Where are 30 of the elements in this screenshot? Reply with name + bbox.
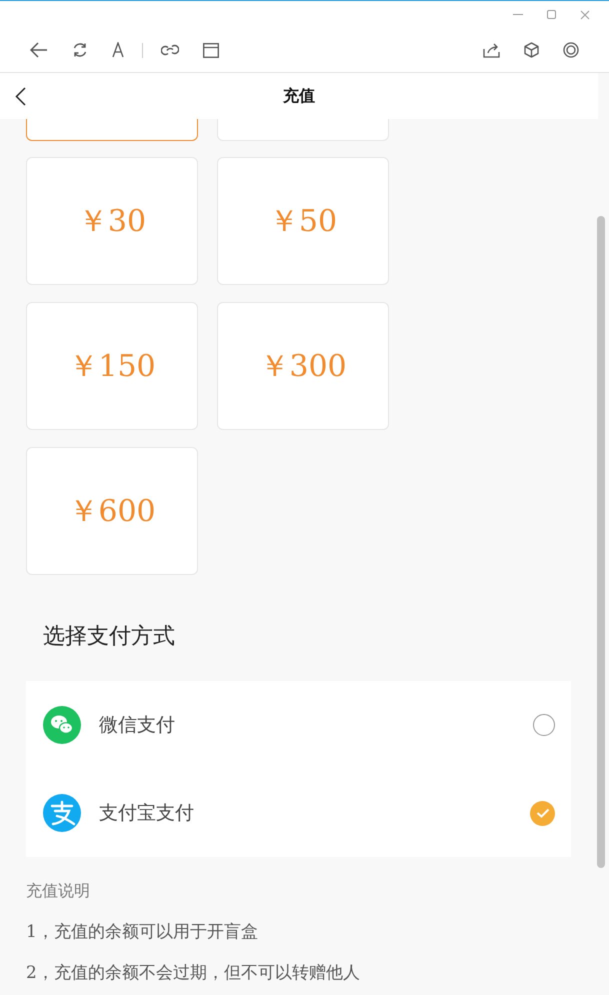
radio-button[interactable] (533, 714, 555, 736)
amount-tile[interactable]: ￥300 (217, 302, 389, 430)
notes-title: 充值说明 (26, 881, 91, 902)
payment-label: 微信支付 (99, 713, 175, 738)
section-title: 选择支付方式 (43, 623, 176, 651)
cube-icon[interactable] (524, 42, 539, 58)
note-text: 2，充值的余额不会过期，但不可以转赠他人 (26, 962, 361, 984)
back-arrow-icon[interactable] (30, 42, 48, 58)
amount-tile[interactable]: ￥30 (26, 157, 198, 285)
share-icon[interactable] (483, 42, 500, 58)
back-icon[interactable] (15, 87, 26, 106)
target-icon[interactable] (563, 42, 579, 58)
page-title: 充值 (283, 86, 315, 106)
close-icon[interactable] (580, 10, 590, 20)
amount-tile[interactable]: ￥50 (217, 157, 389, 285)
payment-logo-icon (43, 794, 81, 832)
chat-bubbles-icon (43, 706, 81, 744)
link-icon[interactable] (161, 44, 179, 56)
note-text: 1，充值的余额可以用于开盲盒 (26, 921, 259, 943)
refresh-icon[interactable] (72, 42, 88, 58)
payment-label: 支付宝支付 (99, 801, 194, 826)
maximize-icon[interactable] (547, 10, 556, 19)
minimize-icon[interactable] (513, 14, 523, 16)
check-icon (536, 808, 550, 818)
amount-tile[interactable]: ￥150 (26, 302, 198, 430)
radio-button[interactable] (530, 800, 555, 826)
font-icon[interactable] (112, 42, 124, 58)
window-icon[interactable] (203, 42, 219, 58)
amount-tile[interactable]: ￥600 (26, 447, 198, 575)
scrollbar[interactable] (597, 216, 605, 868)
